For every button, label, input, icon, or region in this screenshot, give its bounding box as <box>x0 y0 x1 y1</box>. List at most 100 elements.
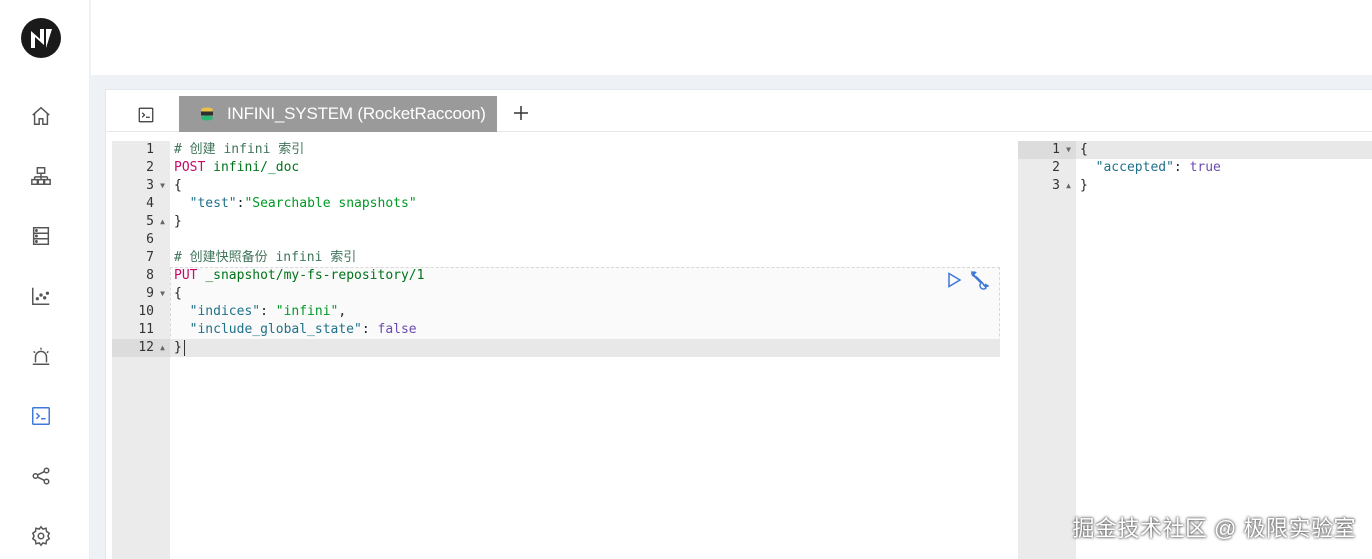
code-token: # 创建 infini 索引 <box>174 142 305 157</box>
line-number-text: 3 <box>1052 178 1060 193</box>
code-token: , <box>338 304 347 319</box>
code-token: _snapshot/my-fs-repository/1 <box>205 268 425 283</box>
request_editor-line-number: 11 <box>112 321 170 339</box>
code-token: false <box>377 322 417 337</box>
response_editor-code-line: "accepted": true <box>1080 159 1372 177</box>
cluster-icon <box>31 167 51 185</box>
request-code-area[interactable]: # 创建 infini 索引 POST infini/_doc{ "test":"… <box>170 141 1000 559</box>
code-token: true <box>1189 160 1221 175</box>
tab-console[interactable] <box>128 98 164 132</box>
line-number-text: 1 <box>1052 142 1060 157</box>
code-token: PUT <box>174 268 206 283</box>
request_editor-code-line: "indices": "infini", <box>174 303 1000 321</box>
response_editor-code-line: { <box>1080 141 1372 159</box>
code-token: "accepted" <box>1080 160 1174 175</box>
request_editor-line-number: 6 <box>112 231 170 249</box>
fold-toggle-icon[interactable]: ▼ <box>160 177 165 195</box>
watermark: 掘金技术社区 @ 极限实验室 <box>1072 516 1356 541</box>
fold-toggle-icon[interactable]: ▲ <box>160 339 165 357</box>
plus-icon <box>514 106 528 120</box>
line-number-text: 4 <box>146 196 154 211</box>
response-gutter: 1 ▼ 2 3 ▲ <box>1018 141 1076 559</box>
line-number-text: 11 <box>138 322 154 337</box>
request_editor-code-line: PUT _snapshot/my-fs-repository/1 <box>174 267 1000 285</box>
nav-alarm[interactable] <box>25 340 57 372</box>
line-number-text: 10 <box>138 304 154 319</box>
request-gutter: 1 2 3 ▼ 4 5 ▲ 6 7 8 9 ▼ 10 11 12 ▲ <box>112 141 170 559</box>
code-token: : <box>361 322 378 337</box>
request_editor-line-number: 8 <box>112 267 170 285</box>
nav-cluster[interactable] <box>25 160 57 192</box>
code-token: } <box>1080 178 1088 193</box>
code-token: POST <box>174 160 214 175</box>
fold-toggle-icon[interactable]: ▼ <box>1066 141 1071 159</box>
response_editor-code-line: } <box>1080 177 1372 195</box>
request-editor[interactable]: 1 2 3 ▼ 4 5 ▲ 6 7 8 9 ▼ 10 11 12 ▲ # 创建 infini 索引 POST i… <box>112 141 1000 559</box>
share-icon <box>32 467 50 485</box>
line-number-text: 2 <box>146 160 154 175</box>
line-number-text: 5 <box>146 214 154 229</box>
infini-logo[interactable] <box>20 17 62 59</box>
request_editor-line-number: 2 <box>112 159 170 177</box>
alarm-icon <box>32 347 50 365</box>
response_editor-line-number: 1 ▼ <box>1018 141 1076 159</box>
request_editor-code-line: "test":"Searchable snapshots" <box>174 195 1000 213</box>
nav-settings[interactable] <box>25 520 57 552</box>
request_editor-line-number: 9 ▼ <box>112 285 170 303</box>
code-token: { <box>174 286 182 301</box>
request_editor-line-number: 12 ▲ <box>112 339 170 357</box>
chart-icon <box>32 287 50 305</box>
tab-infini-system[interactable]: INFINI_SYSTEM (RocketRaccoon) <box>179 96 497 132</box>
fold-toggle-icon[interactable]: ▲ <box>1066 177 1071 195</box>
code-token: } <box>174 340 182 355</box>
terminal-icon <box>138 107 154 123</box>
response_editor-line-number: 3 ▲ <box>1018 177 1076 195</box>
code-token: "Searchable snapshots" <box>244 196 417 211</box>
tab-bar: INFINI_SYSTEM (RocketRaccoon) <box>106 90 1372 132</box>
code-token: "test" <box>174 196 237 211</box>
code-token: : <box>260 304 276 319</box>
console-icon <box>32 407 50 425</box>
request_editor-code-line <box>174 231 1000 249</box>
database-icon <box>32 227 50 245</box>
code-token: { <box>174 178 182 193</box>
request_editor-code-line: POST infini/_doc <box>174 159 1000 177</box>
response_editor-line-number: 2 <box>1018 159 1076 177</box>
request_editor-code-line: { <box>174 285 1000 303</box>
request_editor-line-number: 1 <box>112 141 170 159</box>
add-tab-button[interactable] <box>509 100 533 126</box>
request_editor-code-line: # 创建快照备份 infini 索引 <box>174 249 1000 267</box>
nav-database[interactable] <box>25 220 57 252</box>
response-editor[interactable]: 1 ▼ 2 3 ▲ { "accepted": true} <box>1018 141 1372 559</box>
fold-toggle-icon[interactable]: ▲ <box>160 213 165 231</box>
request_editor-line-number: 5 ▲ <box>112 213 170 231</box>
sidebar <box>0 0 90 559</box>
request_editor-code-line: { <box>174 177 1000 195</box>
request_editor-line-number: 4 <box>112 195 170 213</box>
line-number-text: 2 <box>1052 160 1060 175</box>
code-token: "include_global_state" <box>174 322 362 337</box>
request_editor-code-line: } <box>174 213 1000 231</box>
response-code-area[interactable]: { "accepted": true} <box>1076 141 1372 559</box>
nav-console[interactable] <box>25 400 57 432</box>
line-number-text: 6 <box>146 232 154 247</box>
nav-chart[interactable] <box>25 280 57 312</box>
cluster-status-icon <box>201 107 213 121</box>
line-number-text: 8 <box>146 268 154 283</box>
line-number-text: 7 <box>146 250 154 265</box>
request_editor-line-number: 7 <box>112 249 170 267</box>
code-token: : <box>1173 160 1190 175</box>
tab-label: INFINI_SYSTEM (RocketRaccoon) <box>227 104 486 123</box>
nav-share[interactable] <box>25 460 57 492</box>
code-token: # 创建快照备份 infini 索引 <box>174 250 357 265</box>
nav-home[interactable] <box>25 100 57 132</box>
request_editor-code-line: } <box>174 339 1000 357</box>
code-token: "infini" <box>275 304 339 319</box>
code-token: "indices" <box>174 304 261 319</box>
request_editor-line-number: 3 ▼ <box>112 177 170 195</box>
request_editor-code-line: "include_global_state": false <box>174 321 1000 339</box>
fold-toggle-icon[interactable]: ▼ <box>160 285 165 303</box>
top-header <box>91 0 1372 75</box>
code-token: infini/_doc <box>213 160 300 175</box>
line-number-text: 1 <box>146 142 154 157</box>
